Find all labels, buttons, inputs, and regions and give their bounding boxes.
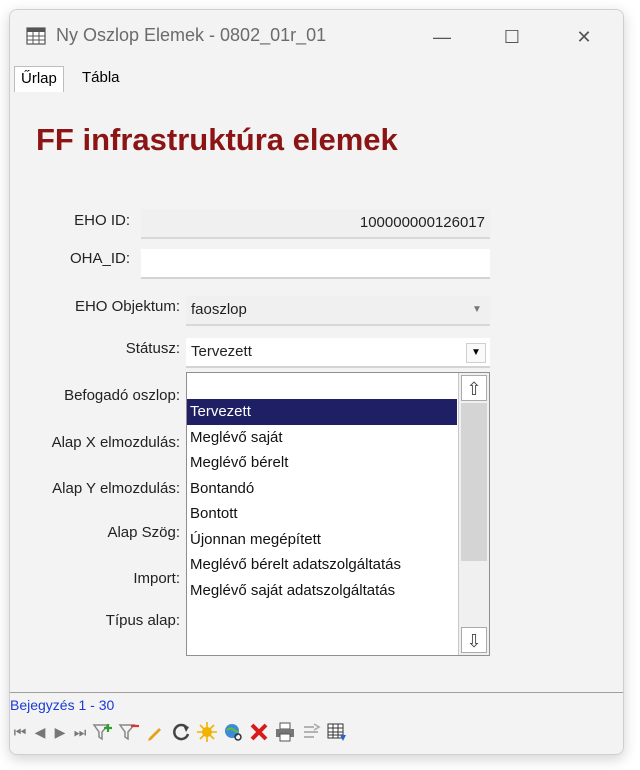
filter-add-icon[interactable]: [92, 720, 114, 744]
last-record-icon[interactable]: ⏭: [72, 720, 88, 744]
tab-urlap[interactable]: Űrlap: [14, 66, 64, 94]
app-window: Ny Oszlop Elemek - 0802_01r_01 — ☐ ✕ Űrl…: [9, 9, 624, 755]
eho-objektum-label: EHO Objektum:: [74, 298, 180, 315]
chevron-down-icon[interactable]: ▼: [466, 343, 486, 363]
form-title: FF infrastruktúra elemek: [36, 122, 398, 157]
scroll-up-arrow-icon[interactable]: ⇧: [461, 375, 487, 401]
eho-id-field: 100000000126017: [141, 209, 490, 239]
oha-id-input[interactable]: [141, 249, 490, 279]
statusz-dropdown-list[interactable]: Tervezett Meglévő saját Meglévő bérelt B…: [186, 372, 490, 656]
statusz-value: Tervezett: [191, 343, 252, 360]
statusz-select[interactable]: Tervezett ▼: [186, 338, 490, 368]
statusz-label: Státusz:: [125, 340, 180, 357]
scrollbar-thumb[interactable]: [461, 403, 487, 561]
dropdown-option[interactable]: Tervezett: [187, 399, 457, 425]
maximize-button[interactable]: ☐: [490, 22, 534, 52]
globe-search-icon[interactable]: [222, 720, 244, 744]
dropdown-option[interactable]: Újonnan megépített: [187, 527, 457, 553]
alap-szog-label: Alap Szög:: [107, 524, 180, 541]
record-count: Bejegyzés 1 - 30: [10, 697, 115, 713]
eho-id-label: EHO ID:: [74, 212, 130, 229]
dropdown-option[interactable]: Bontott: [187, 501, 457, 527]
previous-record-icon[interactable]: ◀: [32, 720, 48, 744]
tab-bar: Űrlap Tábla: [10, 62, 623, 94]
oha-id-label: OHA_ID:: [69, 250, 130, 267]
dropdown-option[interactable]: Meglévő saját adatszolgáltatás: [187, 578, 457, 604]
alap-y-label: Alap Y elmozdulás:: [52, 480, 180, 497]
minimize-button[interactable]: —: [420, 22, 464, 52]
tab-tabla[interactable]: Tábla: [76, 66, 126, 92]
befogado-oszlop-label: Befogadó oszlop:: [64, 387, 180, 404]
eho-objektum-value: faoszlop: [191, 301, 247, 318]
table-app-icon: [26, 27, 46, 45]
new-record-star-icon[interactable]: [196, 720, 218, 744]
pencil-edit-icon[interactable]: [144, 720, 166, 744]
table-view-icon[interactable]: [326, 720, 348, 744]
eho-objektum-select[interactable]: faoszlop ▼: [186, 296, 490, 326]
export-icon[interactable]: [300, 720, 322, 744]
print-icon[interactable]: [274, 720, 296, 744]
scroll-down-arrow-icon[interactable]: ⇩: [461, 627, 487, 653]
window-title: Ny Oszlop Elemek - 0802_01r_01: [56, 25, 327, 45]
dropdown-options: Tervezett Meglévő saját Meglévő bérelt B…: [187, 399, 457, 603]
delete-icon[interactable]: [248, 720, 270, 744]
dropdown-option[interactable]: Meglévő saját: [187, 425, 457, 451]
chevron-down-icon[interactable]: ▼: [468, 301, 486, 319]
dropdown-option[interactable]: Meglévő bérelt: [187, 450, 457, 476]
status-bar: Bejegyzés 1 - 30 ⏮ ◀ ▶ ⏭: [10, 692, 623, 754]
dropdown-scrollbar[interactable]: ⇧ ⇩: [458, 373, 489, 655]
dropdown-option[interactable]: Meglévő bérelt adatszolgáltatás: [187, 552, 457, 578]
refresh-icon[interactable]: [170, 720, 192, 744]
title-bar[interactable]: Ny Oszlop Elemek - 0802_01r_01 — ☐ ✕: [10, 10, 623, 62]
import-label: Import:: [133, 570, 180, 587]
tipus-alap-label: Típus alap:: [105, 612, 180, 629]
first-record-icon[interactable]: ⏮: [12, 720, 28, 744]
filter-remove-icon[interactable]: [118, 720, 140, 744]
dropdown-option[interactable]: Bontandó: [187, 476, 457, 502]
close-button[interactable]: ✕: [562, 22, 606, 52]
alap-x-label: Alap X elmozdulás:: [51, 434, 180, 451]
next-record-icon[interactable]: ▶: [52, 720, 68, 744]
navigation-toolbar: ⏮ ◀ ▶ ⏭: [12, 719, 348, 745]
